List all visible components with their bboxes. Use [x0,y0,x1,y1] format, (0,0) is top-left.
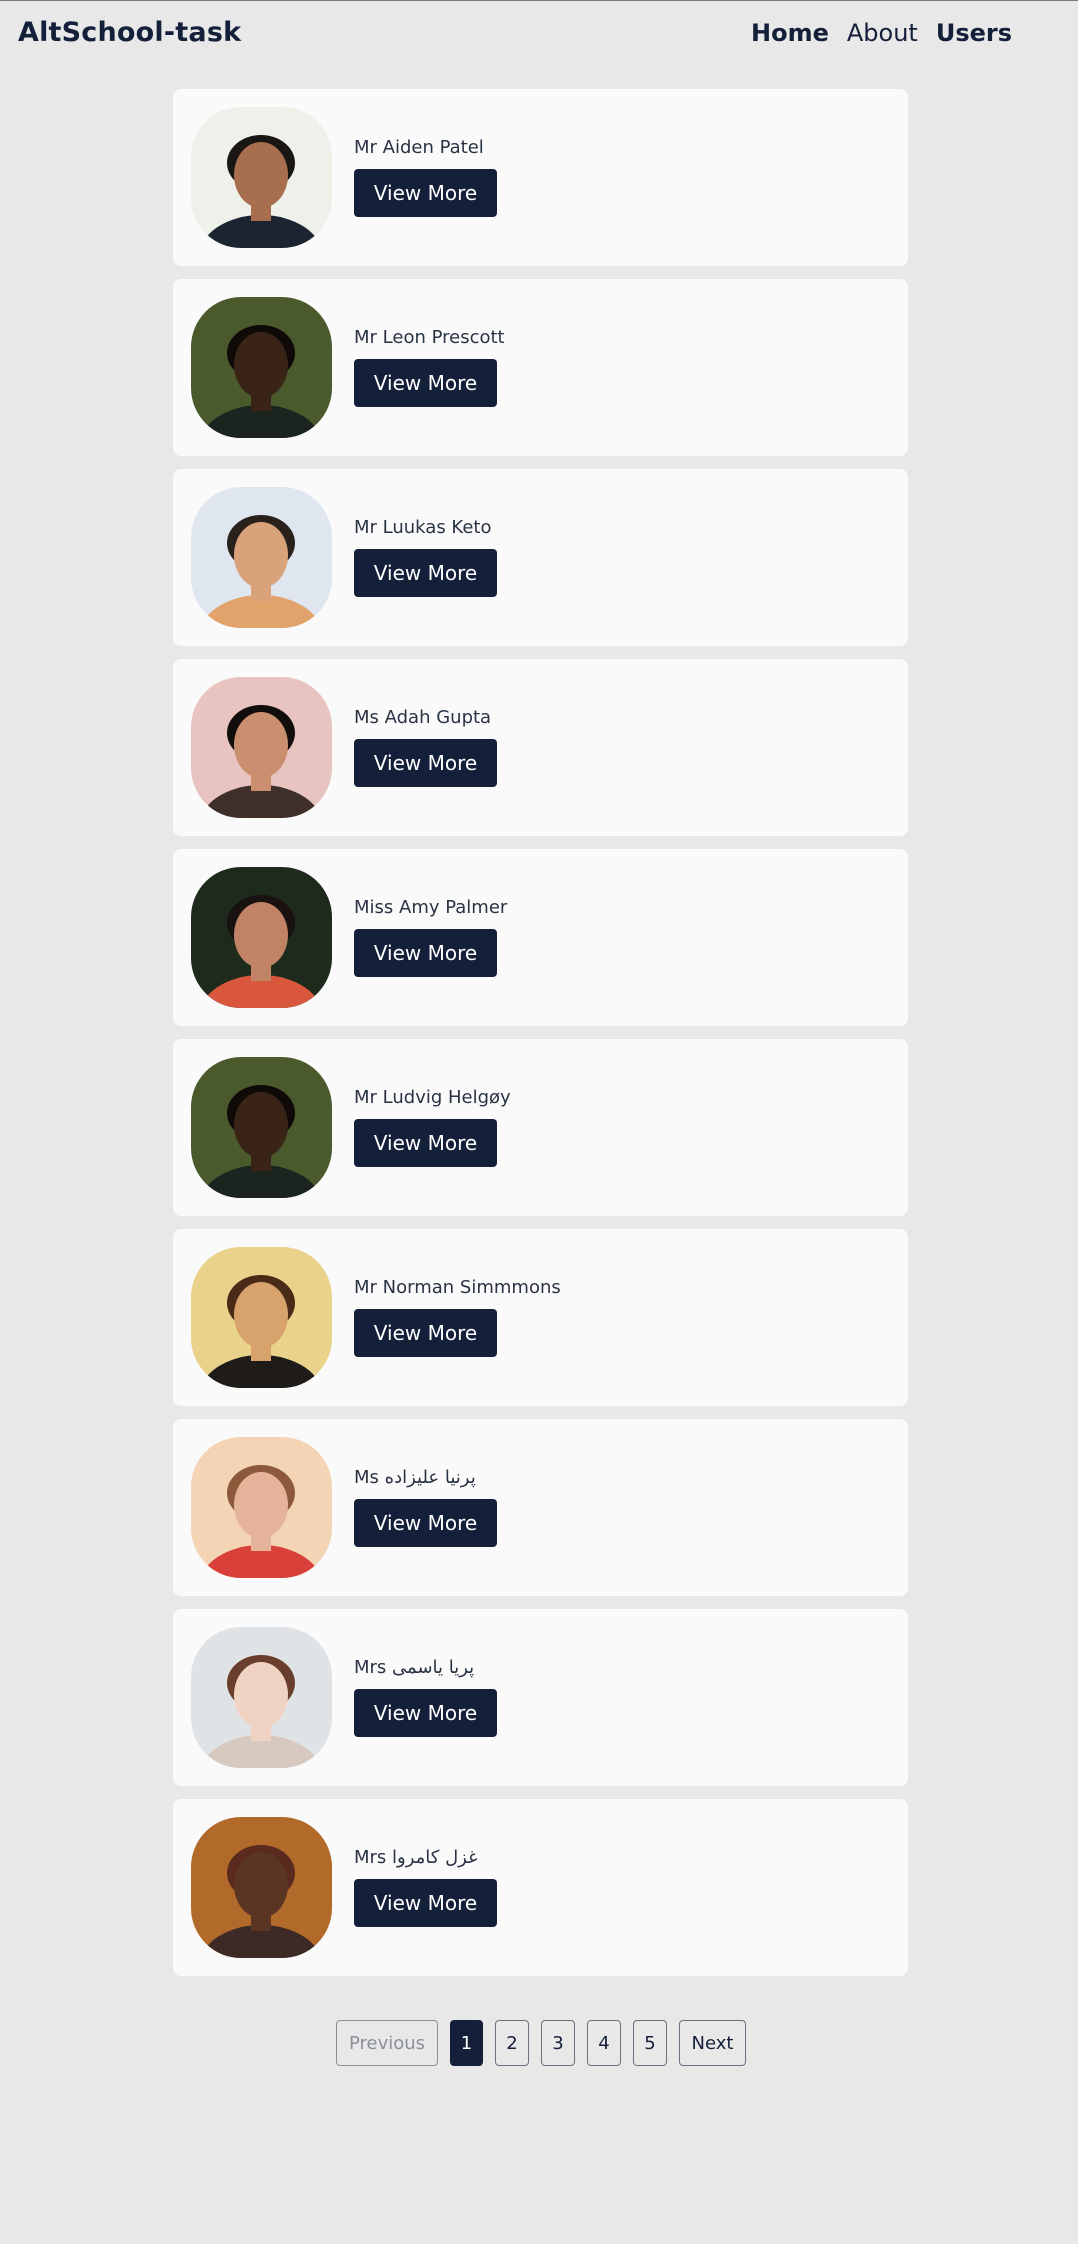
user-photo-icon [191,867,332,1008]
user-name: Mrs غزل کامروا [354,1847,478,1868]
nav-users-link[interactable]: Users [936,19,1012,47]
user-avatar [191,1817,332,1958]
user-avatar [191,867,332,1008]
user-photo-icon [191,1057,332,1198]
view-more-button[interactable]: View More [354,929,497,977]
previous-page-button[interactable]: Previous [336,2020,438,2066]
view-more-button[interactable]: View More [354,1309,497,1357]
view-more-button[interactable]: View More [354,1499,497,1547]
user-avatar [191,677,332,818]
user-card: Mr Leon Prescott View More [173,279,908,456]
top-nav-bar: AltSchool-task Home About Users [0,1,1078,69]
user-photo-icon [191,1437,332,1578]
user-card: Mr Luukas Keto View More [173,469,908,646]
user-photo-icon [191,487,332,628]
user-name: Mrs پریا یاسمی [354,1657,475,1678]
user-card: Ms Adah Gupta View More [173,659,908,836]
page-2-button[interactable]: 2 [495,2020,529,2066]
user-avatar [191,487,332,628]
view-more-button[interactable]: View More [354,169,497,217]
user-list: Mr Aiden Patel View More Mr Leon Prescot… [173,89,908,1976]
user-photo-icon [191,297,332,438]
view-more-button[interactable]: View More [354,1119,497,1167]
user-avatar [191,1627,332,1768]
nav-home-link[interactable]: Home [751,19,829,47]
user-card: Mrs پریا یاسمی View More [173,1609,908,1786]
user-photo-icon [191,1817,332,1958]
user-name: Miss Amy Palmer [354,897,508,918]
user-avatar [191,1057,332,1198]
user-name: Mr Leon Prescott [354,327,505,348]
user-photo-icon [191,107,332,248]
user-photo-icon [191,1247,332,1388]
site-brand[interactable]: AltSchool-task [18,17,241,48]
user-card: Mr Ludvig Helgøy View More [173,1039,908,1216]
user-name: Mr Ludvig Helgøy [354,1087,511,1108]
page-4-button[interactable]: 4 [587,2020,621,2066]
user-card: Ms پرنیا علیزاده View More [173,1419,908,1596]
page-5-button[interactable]: 5 [633,2020,667,2066]
user-name: Ms Adah Gupta [354,707,492,728]
user-card: Mr Aiden Patel View More [173,89,908,266]
user-photo-icon [191,1627,332,1768]
view-more-button[interactable]: View More [354,739,497,787]
nav-about-link[interactable]: About [847,19,918,47]
page-1-button[interactable]: 1 [450,2020,483,2066]
user-card: Mr Norman Simmmons View More [173,1229,908,1406]
next-page-button[interactable]: Next [679,2020,746,2066]
view-more-button[interactable]: View More [354,359,497,407]
user-card: Mrs غزل کامروا View More [173,1799,908,1976]
view-more-button[interactable]: View More [354,1879,497,1927]
user-card: Miss Amy Palmer View More [173,849,908,1026]
page-3-button[interactable]: 3 [541,2020,575,2066]
user-avatar [191,1247,332,1388]
view-more-button[interactable]: View More [354,549,497,597]
user-name: Mr Aiden Patel [354,137,484,158]
pagination: Previous 1 2 3 4 5 Next [336,2020,746,2066]
user-name: Mr Norman Simmmons [354,1277,561,1298]
user-avatar [191,107,332,248]
user-avatar [191,297,332,438]
user-name: Ms پرنیا علیزاده [354,1467,476,1488]
user-photo-icon [191,677,332,818]
user-avatar [191,1437,332,1578]
view-more-button[interactable]: View More [354,1689,497,1737]
user-name: Mr Luukas Keto [354,517,492,538]
main-nav: Home About Users [751,19,1012,47]
